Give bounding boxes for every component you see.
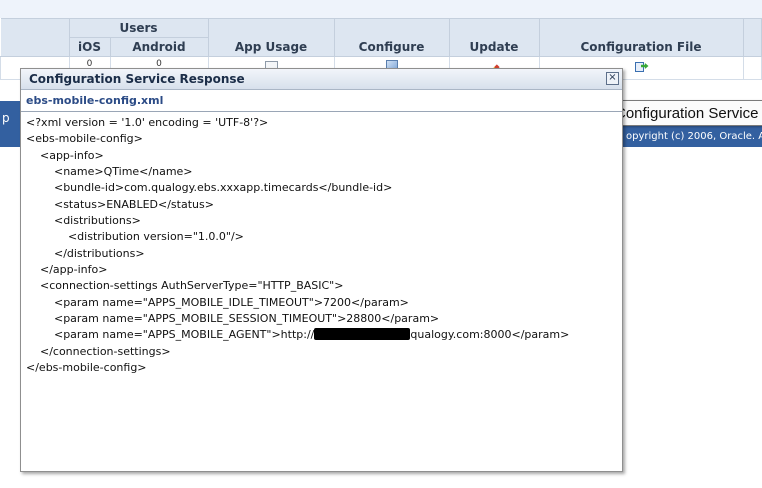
update-header: Update [448, 18, 540, 57]
users-group-header: Users [68, 18, 209, 38]
configuration-file-header: Configuration File [538, 18, 744, 57]
extra-cell [742, 56, 762, 80]
xml-line: <app-info> [26, 148, 104, 162]
xml-line: <status>ENABLED</status> [26, 197, 214, 211]
ios-header: iOS [68, 37, 111, 57]
xml-line: <distributions> [26, 214, 141, 228]
app-usage-header: App Usage [207, 18, 335, 57]
xml-line: <bundle-id>com.qualogy.ebs.xxxapp.timeca… [26, 181, 393, 195]
xml-line: <?xml version = '1.0' encoding = 'UTF-8'… [26, 116, 269, 129]
xml-line: <connection-settings AuthServerType="HTT… [26, 279, 344, 293]
xml-line: </ebs-mobile-config> [26, 361, 147, 375]
top-strip [0, 0, 762, 18]
configuration-service-response-dialog: Configuration Service Response × ebs-mob… [20, 68, 623, 472]
xml-line: </connection-settings> [26, 344, 171, 358]
copyright-text: opyright (c) 2006, Oracle. All ri [626, 131, 762, 142]
agent-prefix: <param name="APPS_MOBILE_AGENT">http:// [26, 328, 315, 342]
redaction-block [314, 328, 411, 341]
xml-line: <param name="APPS_MOBILE_SESSION_TIMEOUT… [26, 312, 440, 326]
close-icon[interactable]: × [606, 72, 619, 85]
configuration-file-export-icon[interactable] [634, 60, 649, 72]
xml-content: <?xml version = '1.0' encoding = 'UTF-8'… [21, 112, 622, 377]
xml-line: </distributions> [26, 246, 145, 260]
extra-header [742, 18, 762, 57]
xml-line-agent: <param name="APPS_MOBILE_AGENT">http:// q… [26, 327, 622, 343]
xml-line: </app-info> [26, 263, 108, 277]
xml-line: <name>QTime</name> [26, 165, 193, 179]
android-header: Android [109, 37, 209, 57]
configure-header: Configure [333, 18, 450, 57]
dialog-title: Configuration Service Response [21, 69, 622, 90]
xml-line: <ebs-mobile-config> [26, 132, 143, 146]
empty-header [0, 18, 70, 57]
file-name-link[interactable]: ebs-mobile-config.xml [21, 90, 622, 112]
xml-line: <param name="APPS_MOBILE_IDLE_TIMEOUT">7… [26, 295, 409, 309]
footer-left-text: p [2, 111, 10, 125]
xml-line: <distribution version="1.0.0"/> [26, 230, 244, 244]
agent-suffix: qualogy.com:8000</param> [410, 328, 570, 342]
configuration-service-tooltip: Configuration Service [607, 100, 762, 126]
